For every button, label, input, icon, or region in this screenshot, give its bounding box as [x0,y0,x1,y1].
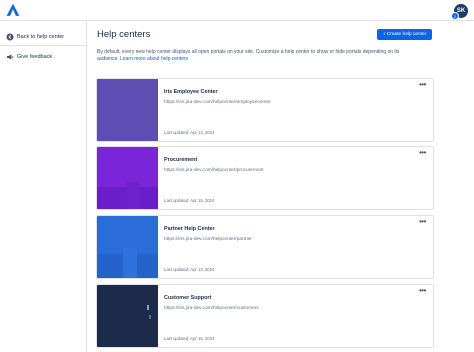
main-content: Help centers + Create help center By def… [86,21,474,352]
sidebar-divider [0,45,86,46]
learn-more-link[interactable]: Learn more about help centers [120,56,188,62]
card-updated: Last updated: Apr 15, 2024 [164,198,215,203]
back-to-help-center-link[interactable]: Back to help center [6,31,64,43]
create-help-center-label: + Create help center [382,32,427,37]
help-center-card[interactable]: Procurement https://iris.jira-dev.com/he… [96,146,434,210]
card-name[interactable]: Iris Employee Center [164,89,218,95]
card-url: https://iris.jira-dev.com/helpcenter/pro… [164,168,264,173]
card-thumbnail [97,216,158,278]
card-url: https://iris.jira-dev.com/helpcenter/par… [164,237,252,242]
card-updated: Last updated: Apr 15, 2024 [164,336,215,341]
ellipsis-icon[interactable]: ••• [419,81,426,89]
create-help-center-button[interactable]: + Create help center [377,29,432,40]
megaphone-icon [6,53,14,61]
help-center-card[interactable]: Iris Employee Center https://iris.jira-d… [96,78,434,142]
thumbnail-pattern [97,248,158,278]
card-updated: Last updated: Apr 13, 2024 [164,267,215,272]
arrow-left-circle-icon [6,33,14,41]
thumbnail-pattern [97,182,158,209]
ellipsis-icon[interactable]: ••• [419,149,426,157]
page-title: Help centers [97,29,151,40]
thumbnail-pattern [147,305,151,319]
sidebar: Back to help center Give feedback [0,21,87,352]
give-feedback-link[interactable]: Give feedback [6,51,52,63]
ellipsis-icon[interactable]: ••• [419,287,426,295]
card-url: https://iris.jira-dev.com/helpcenter/emp… [164,100,271,105]
card-url: https://iris.jira-dev.com/helpcenter/cus… [164,306,259,311]
top-bar: SK 2 [0,0,474,21]
ellipsis-icon[interactable]: ••• [419,218,426,226]
card-name[interactable]: Procurement [164,157,197,163]
card-thumbnail [97,285,158,347]
card-thumbnail [97,147,158,209]
card-thumbnail [97,79,158,141]
card-name[interactable]: Customer Support [164,295,211,301]
notification-badge: 2 [451,12,459,20]
card-updated: Last updated: Apr 12, 2024 [164,130,215,135]
card-name[interactable]: Partner Help Center [164,226,215,232]
atlassian-logo-icon[interactable] [6,3,20,17]
page-description: By default, every new help center displa… [97,49,407,63]
back-to-help-center-label: Back to help center [17,34,65,40]
help-center-card[interactable]: Customer Support https://iris.jira-dev.c… [96,284,434,348]
help-center-card[interactable]: Partner Help Center https://iris.jira-de… [96,215,434,279]
give-feedback-label: Give feedback [17,54,53,60]
